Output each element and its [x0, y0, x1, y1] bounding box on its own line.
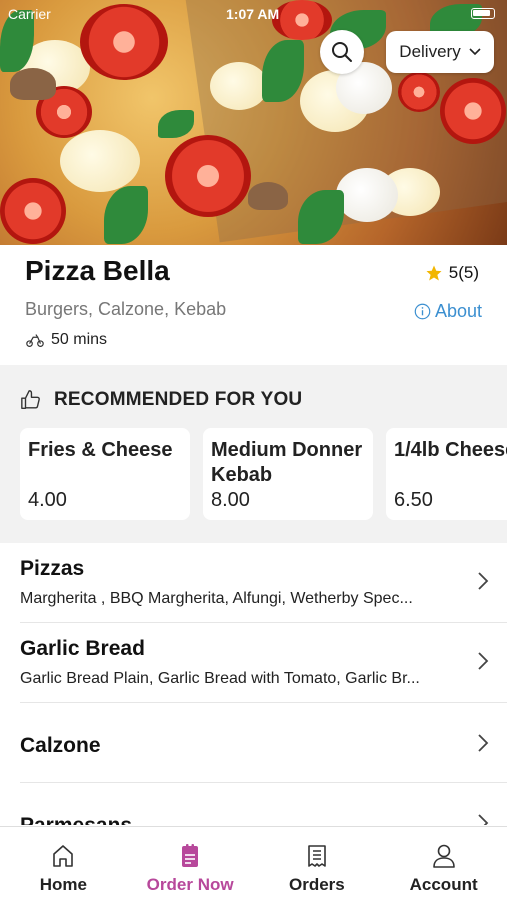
category-title: Parmesans: [20, 814, 132, 825]
recommended-item[interactable]: Fries & Cheese 4.00: [20, 428, 190, 520]
recommended-item[interactable]: Medium Donner Kebab 8.00: [203, 428, 373, 520]
recommended-section: RECOMMENDED FOR YOU Fries & Cheese 4.00 …: [0, 365, 507, 543]
search-button[interactable]: [320, 30, 364, 74]
recommended-header: RECOMMENDED FOR YOU: [20, 389, 302, 411]
thumbs-up-icon: [21, 390, 40, 409]
recommended-item-price: 4.00: [28, 489, 67, 511]
category-row-pizzas[interactable]: Pizzas Margherita , BBQ Margherita, Alfu…: [20, 543, 507, 623]
star-icon: [426, 265, 442, 281]
rating-value: 5(5): [448, 263, 479, 282]
chevron-down-icon: [469, 48, 481, 56]
recommended-item-price: 6.50: [394, 489, 433, 511]
delivery-mode-dropdown[interactable]: Delivery: [386, 31, 494, 73]
category-row-parmesans[interactable]: Parmesans: [20, 783, 507, 825]
recommended-item-price: 8.00: [211, 489, 250, 511]
tab-label: Account: [409, 875, 478, 894]
recommended-item-name: 1/4lb Cheese Burger: [394, 439, 507, 461]
scooter-icon: [26, 334, 44, 347]
about-link[interactable]: About: [414, 301, 482, 322]
chevron-right-icon: [478, 652, 489, 670]
category-description: Margherita , BBQ Margherita, Alfungi, We…: [20, 590, 413, 607]
category-title: Garlic Bread: [20, 637, 145, 660]
chevron-right-icon: [478, 572, 489, 590]
restaurant-info: Pizza Bella 5(5) Burgers, Calzone, Kebab…: [0, 245, 507, 365]
chevron-right-icon: [478, 814, 489, 825]
delivery-time: 50 mins: [25, 331, 107, 349]
order-icon: [182, 844, 199, 867]
rating: 5(5): [425, 263, 479, 283]
category-title: Calzone: [20, 734, 101, 757]
category-description: Garlic Bread Plain, Garlic Bread with To…: [20, 670, 420, 687]
tab-orders[interactable]: Orders: [254, 827, 381, 900]
tab-label: Home: [39, 875, 87, 894]
category-row-garlic-bread[interactable]: Garlic Bread Garlic Bread Plain, Garlic …: [20, 623, 507, 703]
recommended-title: RECOMMENDED FOR YOU: [54, 389, 303, 410]
chevron-right-icon: [478, 734, 489, 752]
category-title: Pizzas: [20, 557, 85, 580]
tab-home[interactable]: Home: [0, 827, 127, 900]
about-label: About: [434, 301, 482, 321]
tab-account[interactable]: Account: [380, 827, 507, 900]
info-icon: [414, 303, 431, 320]
recommended-item-name: Medium Donner Kebab: [211, 439, 363, 486]
tab-order-now[interactable]: Order Now: [127, 827, 254, 900]
restaurant-hero-image: Carrier 1:07 AM Delivery: [0, 0, 507, 245]
cuisine-list: Burgers, Calzone, Kebab: [25, 299, 227, 319]
user-icon: [432, 844, 455, 868]
menu-categories: Pizzas Margherita , BBQ Margherita, Alfu…: [0, 543, 507, 825]
category-row-calzone[interactable]: Calzone: [20, 703, 507, 783]
carrier-label: Carrier: [8, 6, 51, 22]
search-icon: [332, 42, 352, 62]
delivery-mode-label: Delivery: [399, 42, 461, 61]
status-bar: Carrier 1:07 AM: [0, 4, 507, 24]
tab-label: Order Now: [146, 875, 234, 894]
recommended-item[interactable]: 1/4lb Cheese Burger 6.50: [386, 428, 507, 520]
home-icon: [53, 845, 74, 867]
tab-label: Orders: [289, 875, 345, 894]
receipt-icon: [308, 845, 326, 867]
restaurant-name: Pizza Bella: [25, 255, 170, 286]
clock: 1:07 AM: [226, 6, 280, 22]
bottom-tab-bar: Home Order Now Orders Account: [0, 826, 507, 900]
recommended-item-name: Fries & Cheese: [28, 439, 173, 461]
delivery-time-value: 50 mins: [51, 331, 108, 348]
battery-icon: [471, 8, 495, 19]
